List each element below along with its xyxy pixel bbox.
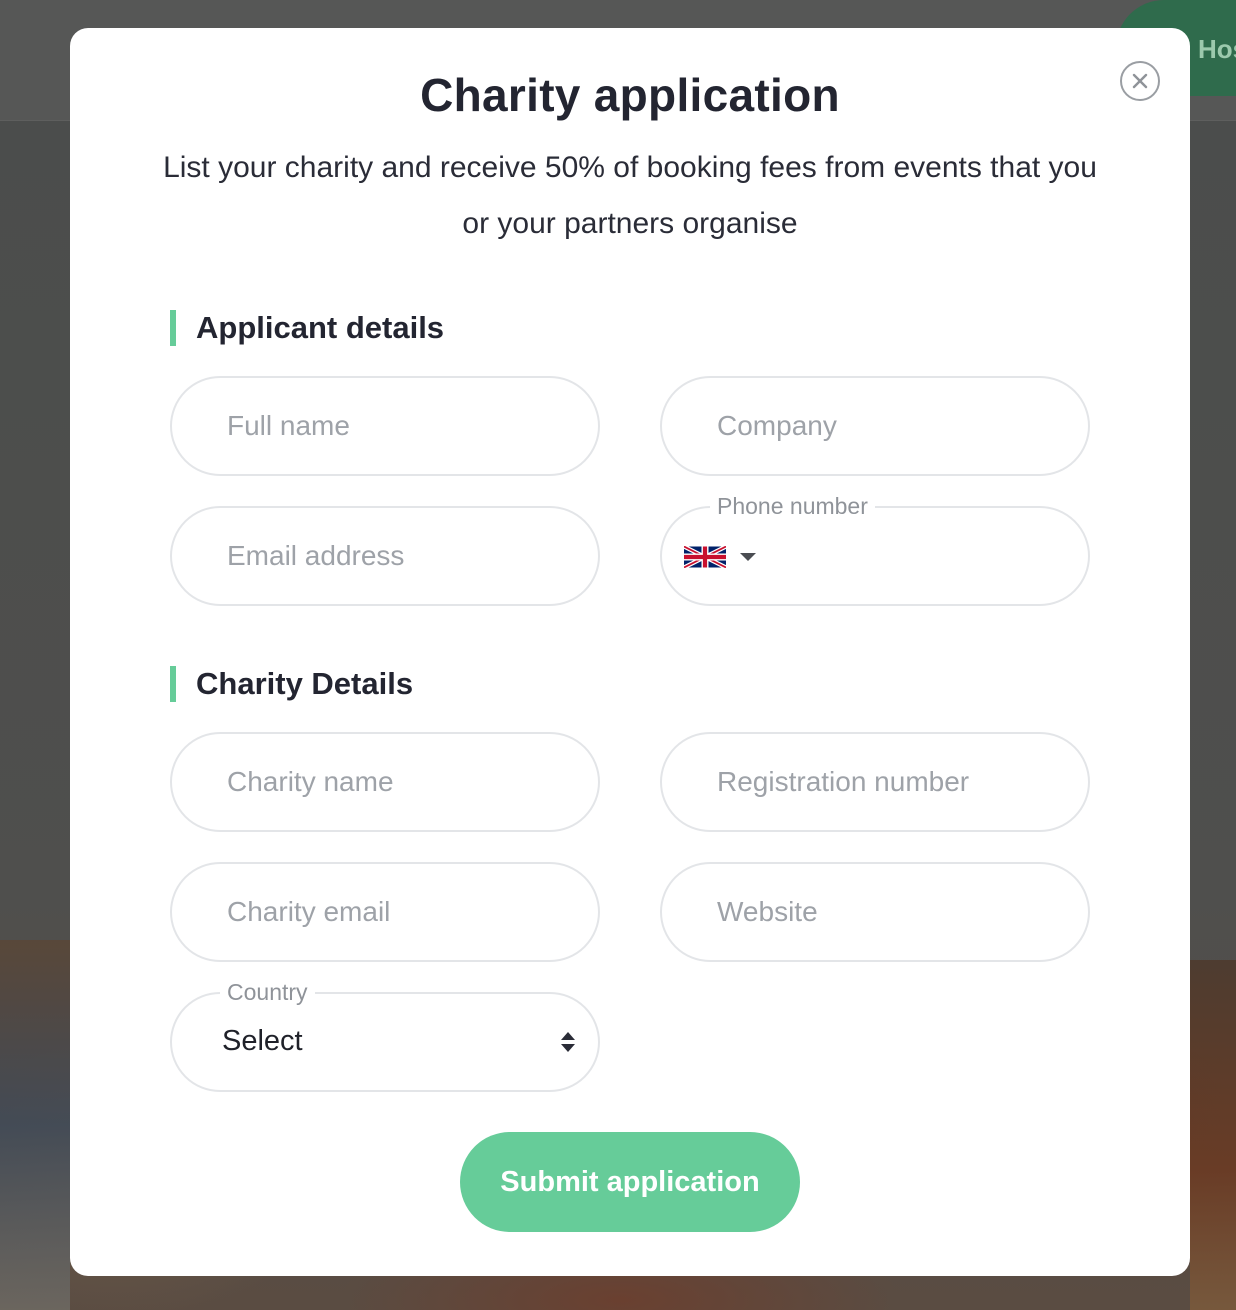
charity-application-modal: Charity application List your charity an… bbox=[70, 28, 1190, 1276]
modal-title: Charity application bbox=[420, 69, 840, 121]
full-name-field bbox=[170, 376, 600, 476]
uk-flag-icon bbox=[684, 546, 726, 568]
host-button-label: Host bbox=[1198, 34, 1236, 64]
charity-name-field bbox=[170, 732, 600, 832]
phone-field: Phone number bbox=[660, 491, 1090, 606]
email-input[interactable] bbox=[172, 508, 598, 604]
website-input[interactable] bbox=[662, 864, 1088, 960]
country-select[interactable]: Country Select bbox=[170, 977, 600, 1092]
company-input[interactable] bbox=[662, 378, 1088, 474]
company-field bbox=[660, 376, 1090, 476]
applicant-details-heading: Applicant details bbox=[170, 310, 444, 346]
chevron-down-icon bbox=[740, 553, 756, 561]
email-field bbox=[170, 506, 600, 606]
charity-name-input[interactable] bbox=[172, 734, 598, 830]
registration-number-field bbox=[660, 732, 1090, 832]
modal-subtitle: List your charity and receive 50% of boo… bbox=[163, 151, 1097, 240]
phone-number-label: Phone number bbox=[710, 491, 875, 521]
country-label: Country bbox=[220, 977, 315, 1007]
charity-email-field bbox=[170, 862, 600, 962]
full-name-input[interactable] bbox=[172, 378, 598, 474]
select-arrows-icon bbox=[561, 1032, 575, 1052]
country-selected-value: Select bbox=[222, 1025, 303, 1057]
registration-number-input[interactable] bbox=[662, 734, 1088, 830]
charity-email-input[interactable] bbox=[172, 864, 598, 960]
charity-details-heading: Charity Details bbox=[170, 666, 413, 702]
background-photo-left bbox=[0, 940, 70, 1310]
website-field bbox=[660, 862, 1090, 962]
background-photo-right bbox=[1190, 960, 1236, 1310]
country-code-selector[interactable] bbox=[684, 545, 756, 569]
submit-application-button[interactable]: Submit application bbox=[460, 1132, 800, 1232]
